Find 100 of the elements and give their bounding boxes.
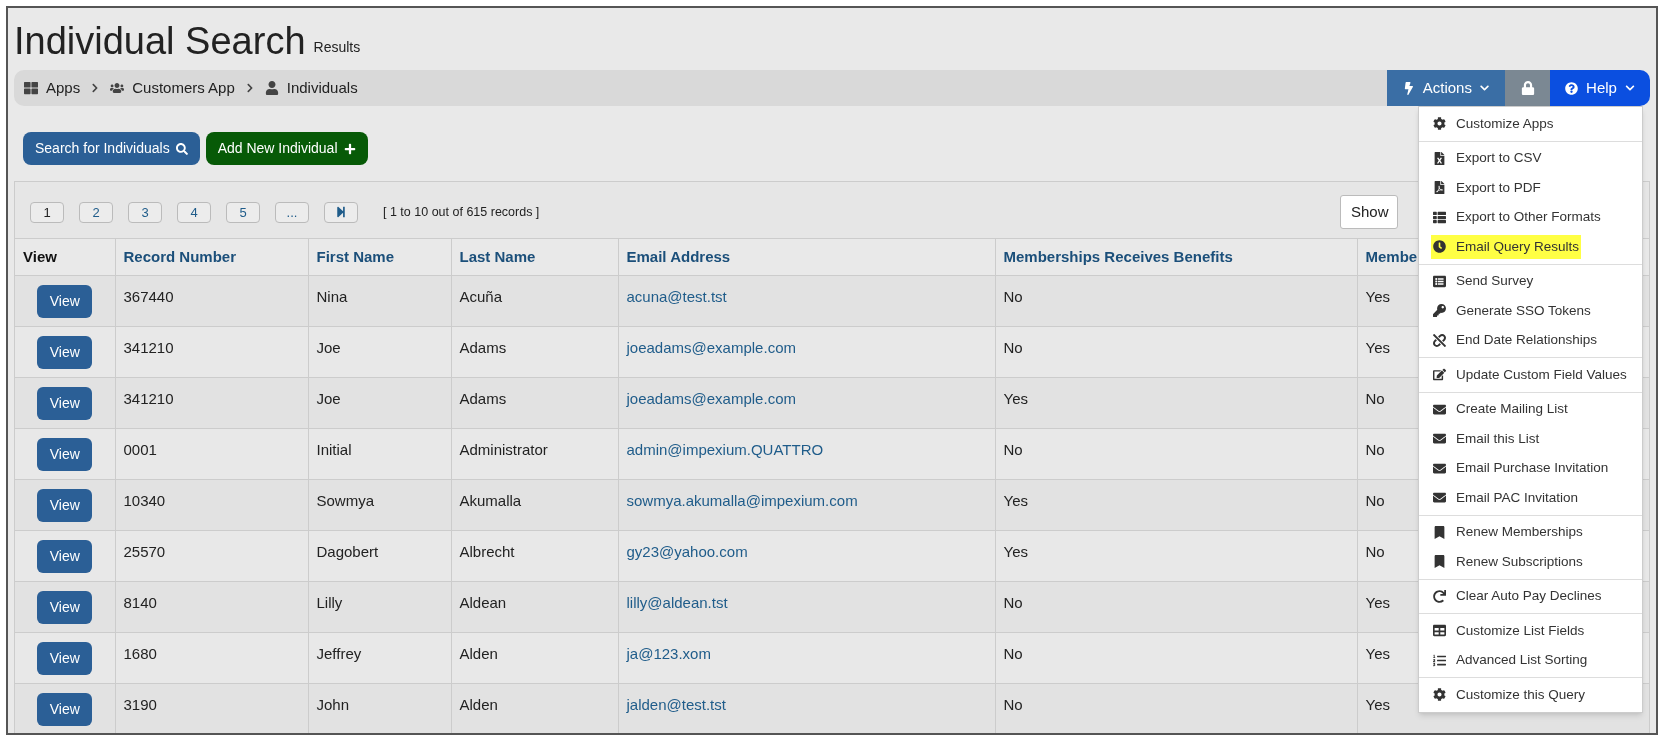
table-cell: No [1365, 390, 1385, 407]
page-button[interactable]: 3 [128, 201, 162, 223]
view-button[interactable]: View [37, 335, 93, 369]
lock-button[interactable] [1505, 70, 1550, 106]
view-button[interactable]: View [37, 539, 93, 573]
email-link[interactable]: lilly@aldean.tst [626, 594, 728, 611]
menu-item[interactable]: Send Survey [1431, 269, 1536, 294]
person-icon [264, 81, 279, 95]
bookmark-icon [1433, 555, 1446, 569]
table-cell: No [1003, 339, 1023, 356]
menu-item[interactable]: Customize Apps [1431, 111, 1556, 136]
page-button[interactable]: 1 [30, 201, 64, 223]
menu-item[interactable]: Email PAC Invitation [1431, 485, 1581, 510]
page-title: Individual Search [14, 22, 306, 60]
list-icon [1433, 274, 1446, 288]
menu-item[interactable]: Customize this Query [1431, 682, 1588, 707]
table-cell: Yes [1003, 492, 1028, 509]
table-cell: Lilly [316, 594, 343, 611]
table-cell: Nina [316, 288, 348, 305]
page-button[interactable]: 4 [177, 201, 211, 223]
table-cell: 25570 [123, 543, 166, 560]
table-cell: 10340 [123, 492, 166, 509]
email-link[interactable]: sowmya.akumalla@impexium.com [626, 492, 858, 509]
email-link[interactable]: acuna@test.tst [626, 288, 727, 305]
show-button[interactable]: Show [1340, 195, 1398, 229]
search-button[interactable]: Search for Individuals [23, 132, 200, 165]
menu-item[interactable]: Create Mailing List [1431, 397, 1570, 422]
table-cell: Albrecht [459, 543, 515, 560]
search-icon [175, 142, 188, 155]
table-cell: 8140 [123, 594, 157, 611]
menu-item[interactable]: Email Query Results [1431, 234, 1582, 259]
breadcrumb-link[interactable]: Apps [46, 76, 81, 100]
view-button[interactable]: View [37, 488, 93, 522]
envelope-icon [1433, 402, 1446, 416]
view-button[interactable]: View [37, 437, 93, 471]
menu-item[interactable]: End Date Relationships [1431, 328, 1600, 353]
email-link[interactable]: admin@impexium.QUATTRO [626, 441, 824, 458]
people-icon [110, 81, 125, 95]
email-link[interactable]: joeadams@example.com [626, 390, 796, 407]
email-link[interactable]: ja@123.xom [626, 645, 711, 662]
table-cell: Dagobert [316, 543, 379, 560]
view-button[interactable]: View [37, 692, 93, 726]
table-cell: No [1003, 645, 1023, 662]
menu-item[interactable]: Renew Subscriptions [1431, 549, 1585, 574]
actions-button[interactable]: Actions [1387, 70, 1505, 106]
chevron-icon [244, 83, 255, 93]
menu-item[interactable]: Email Purchase Invitation [1431, 456, 1611, 481]
menu-item[interactable]: Export to Other Formats [1431, 205, 1603, 230]
table-cell: No [1003, 696, 1023, 713]
plus-icon [343, 142, 356, 155]
last-page-icon [335, 206, 347, 218]
envelope-icon [1433, 491, 1446, 505]
help-button[interactable]: Help [1550, 70, 1650, 106]
table-cell: John [316, 696, 350, 713]
table-cell: Acuña [459, 288, 503, 305]
table-cell: Yes [1003, 390, 1028, 407]
menu-item[interactable]: Advanced List Sorting [1431, 648, 1590, 673]
menu-item[interactable]: Export to PDF [1431, 175, 1543, 200]
last-page-button[interactable] [324, 201, 358, 223]
view-button[interactable]: View [37, 590, 93, 624]
table-cell: Alden [459, 645, 498, 662]
menu-item[interactable]: Renew Memberships [1431, 520, 1585, 545]
menu-item[interactable]: Email this List [1431, 426, 1542, 451]
page-button[interactable]: 2 [79, 201, 113, 223]
column-header: View [15, 238, 115, 276]
menu-item[interactable]: Generate SSO Tokens [1431, 298, 1593, 323]
table-cell: Yes [1365, 288, 1390, 305]
table-cell: Sowmya [316, 492, 375, 509]
view-button[interactable]: View [37, 386, 93, 420]
table-cell: Yes [1365, 594, 1390, 611]
table-cell: Adams [459, 390, 507, 407]
view-button[interactable]: View [37, 284, 93, 318]
menu-item[interactable]: Update Custom Field Values [1431, 362, 1629, 387]
bookmark-icon [1433, 525, 1446, 539]
breadcrumb-link[interactable]: Individuals [286, 76, 358, 100]
menu-item[interactable]: Customize List Fields [1431, 618, 1587, 643]
email-link[interactable]: jalden@test.tst [626, 696, 726, 713]
numbered-list-icon [1433, 653, 1446, 667]
grid-icon [24, 81, 38, 95]
caret-icon [1624, 83, 1635, 93]
table-cell: Yes [1003, 543, 1028, 560]
broken-link-icon [1433, 333, 1446, 347]
page-button[interactable]: 5 [226, 201, 260, 223]
table-cell: Aldean [459, 594, 507, 611]
email-link[interactable]: joeadams@example.com [626, 339, 796, 356]
menu-item[interactable]: Clear Auto Pay Declines [1431, 584, 1604, 609]
menu-item[interactable]: Export to CSV [1431, 146, 1544, 171]
page-button[interactable]: ... [275, 201, 309, 223]
records-summary: [ 1 to 10 out of 615 records ] [383, 203, 540, 221]
table-cell: 341210 [123, 339, 174, 356]
table-cell: 367440 [123, 288, 174, 305]
add-button[interactable]: Add New Individual [205, 132, 368, 165]
breadcrumb-link[interactable]: Customers App [132, 76, 235, 100]
table-cell: No [1365, 543, 1385, 560]
table-cell: 1680 [123, 645, 157, 662]
clock-icon [1433, 240, 1446, 254]
email-link[interactable]: gy23@yahoo.com [626, 543, 748, 560]
gear-icon [1433, 688, 1446, 702]
table-cell: No [1365, 441, 1385, 458]
view-button[interactable]: View [37, 641, 93, 675]
